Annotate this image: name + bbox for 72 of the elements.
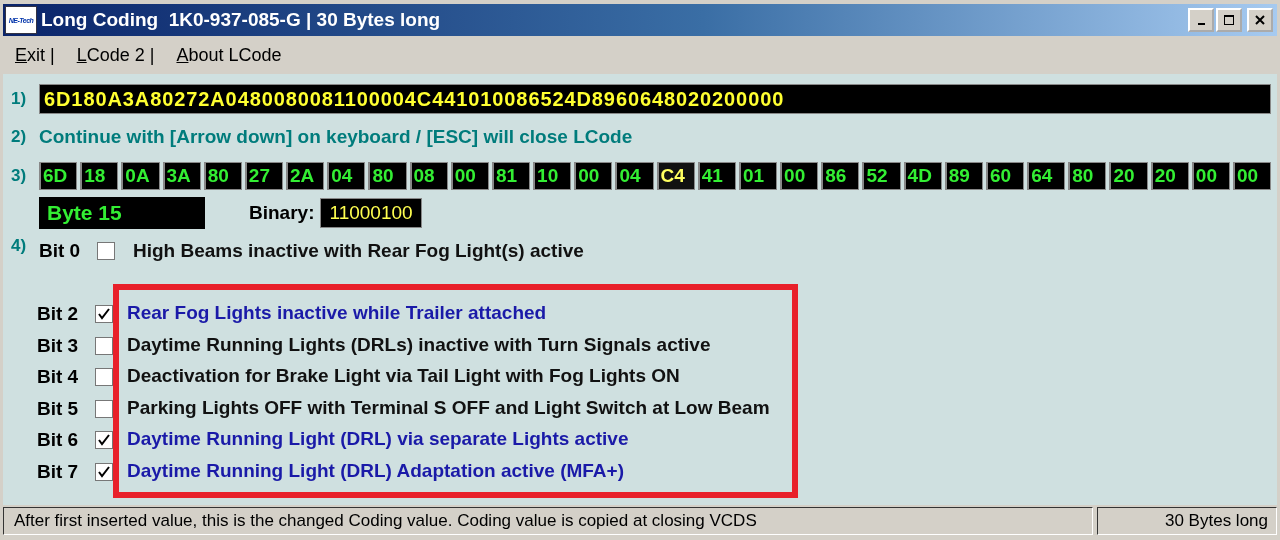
bit-description: Daytime Running Light (DRL) Adaptation active (MFA+) [127, 459, 625, 482]
bit-description: Deactivation for Brake Light via Tail Light with Fog Lights ON [127, 365, 681, 388]
byte-cell[interactable]: 80 [368, 162, 407, 190]
byte-cell[interactable]: 20 [1150, 162, 1189, 190]
byte-cell[interactable]: 00 [780, 162, 819, 190]
byte-cell[interactable]: 00 [574, 162, 613, 190]
byte-cell[interactable]: 27 [244, 162, 284, 190]
byte-cell[interactable]: 04 [615, 162, 654, 190]
byte-cell[interactable]: 2A [286, 162, 325, 190]
byte-cell[interactable]: C4 [656, 162, 695, 190]
bit-description: Daytime Running Light (DRL) via separate Lights active [127, 428, 630, 451]
checkbox[interactable] [97, 242, 115, 260]
bit-description: High Beams inactive with Rear Fog Light(s) active [133, 240, 584, 262]
checkbox[interactable] [95, 399, 113, 418]
byte-cell[interactable]: 01 [738, 162, 778, 190]
step-number: 4) [11, 236, 28, 256]
maximize-icon [1223, 14, 1235, 26]
close-icon [1254, 14, 1266, 26]
coding-field[interactable]: 6D180A3A80272A0480080081100004C441010086524D8960648020200000 [39, 84, 1271, 114]
byte-cell[interactable]: 41 [697, 162, 736, 190]
byte-cell[interactable]: 08 [409, 162, 448, 190]
instruction-text: Continue with [Arrow down] on keyboard / [ESC] will close LCode [39, 126, 633, 148]
bit-label: Bit 5 [37, 397, 80, 420]
step-number: 1) [11, 89, 28, 109]
checkbox[interactable] [95, 462, 113, 481]
minimize-button[interactable] [1188, 8, 1214, 32]
byte-cell[interactable]: 20 [1109, 162, 1148, 190]
window-title: Long Coding 1K0-937-085-G | 30 Bytes long [41, 9, 441, 31]
bit-description: Rear Fog Lights inactive while Trailer attached [127, 302, 548, 324]
bit-label: Bit 0 [39, 240, 82, 262]
checkbox[interactable] [95, 305, 113, 323]
bit-label: Bit 2 [37, 303, 80, 325]
byte-cell[interactable]: 52 [862, 162, 901, 190]
byte-cell[interactable]: 89 [944, 162, 983, 190]
checkbox[interactable] [95, 368, 113, 387]
bit-label: Bit 4 [37, 366, 80, 389]
bit-description: Parking Lights OFF with Terminal S OFF and Light Switch at Low Beam [127, 396, 770, 419]
byte-cell[interactable]: 80 [203, 162, 242, 190]
bit-label: Bit 6 [37, 429, 80, 452]
byte-cell[interactable]: 64 [1027, 162, 1066, 190]
checkbox[interactable] [95, 336, 113, 355]
byte-cell[interactable]: 10 [533, 162, 572, 190]
menu-item[interactable]: Exit | [15, 44, 55, 66]
byte-cell[interactable]: 00 [1191, 162, 1230, 190]
status-panel: 30 Bytes long [1097, 507, 1277, 535]
byte-cell[interactable]: 86 [821, 162, 860, 190]
byte-cell[interactable]: 04 [327, 162, 366, 190]
byte-cell[interactable]: 4D [903, 162, 942, 190]
minimize-icon [1197, 23, 1205, 25]
binary-label: Binary: [249, 202, 315, 224]
byte-cell[interactable]: 18 [80, 162, 119, 190]
byte-cell[interactable]: 3A [162, 162, 201, 190]
byte-label: Byte 15 [39, 197, 205, 229]
byte-cell[interactable]: 6D [39, 162, 78, 190]
menu-item[interactable]: About LCode [176, 44, 282, 66]
close-button[interactable] [1247, 8, 1273, 32]
checkbox[interactable] [95, 431, 113, 450]
bit-label: Bit 7 [37, 460, 80, 483]
maximize-button[interactable] [1216, 8, 1242, 32]
byte-cell[interactable]: 60 [985, 162, 1025, 190]
status-panel: After first inserted value, this is the changed Coding value. Coding value is copied at closing VCDS [3, 507, 1093, 535]
byte-cell[interactable]: 00 [450, 162, 489, 190]
byte-cell[interactable]: 0A [121, 162, 160, 190]
bit-label: Bit 3 [37, 334, 80, 357]
step-number: 3) [11, 166, 28, 186]
bit-description: Daytime Running Lights (DRLs) inactive with Turn Signals active [127, 333, 712, 356]
menu-item[interactable]: LCode 2 | [76, 44, 155, 66]
byte-cell[interactable]: 80 [1068, 162, 1107, 190]
byte-cell[interactable]: 81 [491, 162, 531, 190]
step-number: 2) [11, 127, 28, 147]
binary-value: 11000100 [320, 198, 422, 228]
byte-cell[interactable]: 00 [1233, 162, 1272, 190]
